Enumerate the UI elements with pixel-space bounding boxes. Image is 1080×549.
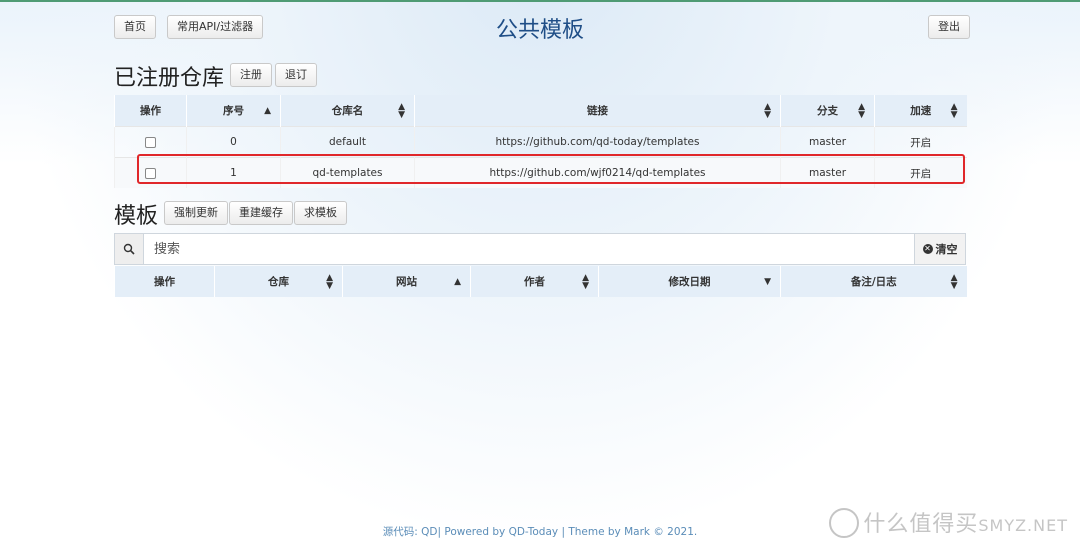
- close-icon: ✕: [922, 244, 933, 254]
- search-input[interactable]: [144, 234, 914, 264]
- sort-asc-icon[interactable]: ▲: [454, 277, 461, 286]
- column-header-action: 操作: [114, 266, 215, 297]
- row-checkbox[interactable]: [145, 167, 156, 179]
- row-repo-url[interactable]: https://github.com/wjf0214/qd-templates: [414, 157, 781, 188]
- templates-table: 操作 仓库 ▲ ▼ 网站 ▲ 作者 ▲ ▼ 修改日期 ▼ 备注/日志 ▲ ▼: [114, 266, 967, 297]
- column-header-site[interactable]: 网站 ▲: [342, 266, 471, 297]
- sort-both-icon[interactable]: ▲ ▼: [951, 273, 958, 290]
- watermark-text: 什么值得买: [863, 512, 979, 537]
- registered-repos-table: 操作 序号 ▲ 仓库名 ▲ ▼ 链接 ▲ ▼ 分支 ▲ ▼ 加速 ▲ ▼ 0 default ht…: [114, 95, 967, 188]
- sort-both-icon[interactable]: ▲ ▼: [764, 102, 771, 119]
- clear-button[interactable]: ✕ 清空: [914, 234, 965, 264]
- clear-label: 清空: [935, 243, 958, 256]
- row-index: 1: [186, 157, 281, 188]
- register-button[interactable]: 注册: [230, 63, 272, 87]
- row-repo-name: default: [280, 126, 415, 158]
- registered-repos-title: 已注册仓库: [114, 66, 225, 91]
- sort-both-icon[interactable]: ▲ ▼: [951, 102, 958, 119]
- row-branch: master: [780, 157, 875, 188]
- sort-asc-icon[interactable]: ▲: [264, 106, 271, 115]
- watermark-site: SMYZ.NET: [978, 516, 1068, 535]
- footer-credits: | Powered by QD-Today | Theme by Mark © …: [437, 526, 698, 538]
- column-header-author[interactable]: 作者 ▲ ▼: [470, 266, 599, 297]
- page-title: 公共模板: [495, 18, 584, 43]
- column-header-accel[interactable]: 加速 ▲ ▼: [874, 95, 967, 127]
- column-header-link[interactable]: 链接 ▲ ▼: [414, 95, 781, 127]
- request-template-button[interactable]: 求模板: [294, 201, 347, 225]
- row-branch: master: [780, 126, 875, 158]
- search-icon: [115, 234, 144, 264]
- sort-both-icon[interactable]: ▲ ▼: [582, 273, 589, 290]
- templates-title: 模板: [114, 204, 159, 229]
- top-accent-bar: [0, 0, 1080, 2]
- search-bar: ✕ 清空: [114, 233, 966, 265]
- sort-both-icon[interactable]: ▲ ▼: [858, 102, 865, 119]
- column-header-repo-name[interactable]: 仓库名 ▲ ▼: [280, 95, 415, 127]
- row-accel: 开启: [874, 157, 967, 188]
- sort-desc-icon[interactable]: ▼: [764, 277, 771, 286]
- column-header-index[interactable]: 序号 ▲: [186, 95, 281, 127]
- table-row[interactable]: 1 qd-templates https://github.com/wjf021…: [114, 157, 967, 188]
- row-repo-name: qd-templates: [280, 157, 415, 188]
- row-accel: 开启: [874, 126, 967, 158]
- sort-both-icon[interactable]: ▲ ▼: [326, 273, 333, 290]
- table-header-row: 操作 序号 ▲ 仓库名 ▲ ▼ 链接 ▲ ▼ 分支 ▲ ▼ 加速 ▲ ▼: [114, 95, 967, 127]
- table-header-row: 操作 仓库 ▲ ▼ 网站 ▲ 作者 ▲ ▼ 修改日期 ▼ 备注/日志 ▲ ▼: [114, 266, 967, 297]
- table-row[interactable]: 0 default https://github.com/qd-today/te…: [114, 126, 967, 158]
- column-header-action: 操作: [114, 95, 187, 127]
- force-update-button[interactable]: 强制更新: [164, 201, 228, 225]
- row-index: 0: [186, 126, 281, 158]
- column-header-repo[interactable]: 仓库 ▲ ▼: [214, 266, 343, 297]
- row-checkbox[interactable]: [145, 136, 156, 148]
- sort-both-icon[interactable]: ▲ ▼: [398, 102, 405, 119]
- page: 首页 常用API/过滤器 公共模板 登出 已注册仓库 注册 退订 操作 序号 ▲ …: [0, 0, 1080, 549]
- column-header-notes[interactable]: 备注/日志 ▲ ▼: [780, 266, 967, 297]
- watermark: 什么值得买SMYZ.NET: [829, 506, 1068, 540]
- logout-button[interactable]: 登出: [928, 15, 970, 39]
- unregister-button[interactable]: 退订: [275, 63, 317, 87]
- source-code-link[interactable]: 源代码: QD: [383, 526, 438, 538]
- watermark-logo-icon: [829, 508, 860, 538]
- rebuild-cache-button[interactable]: 重建缓存: [229, 201, 293, 225]
- row-repo-url[interactable]: https://github.com/qd-today/templates: [414, 126, 781, 158]
- column-header-modified-date[interactable]: 修改日期 ▼: [598, 266, 781, 297]
- column-header-branch[interactable]: 分支 ▲ ▼: [780, 95, 875, 127]
